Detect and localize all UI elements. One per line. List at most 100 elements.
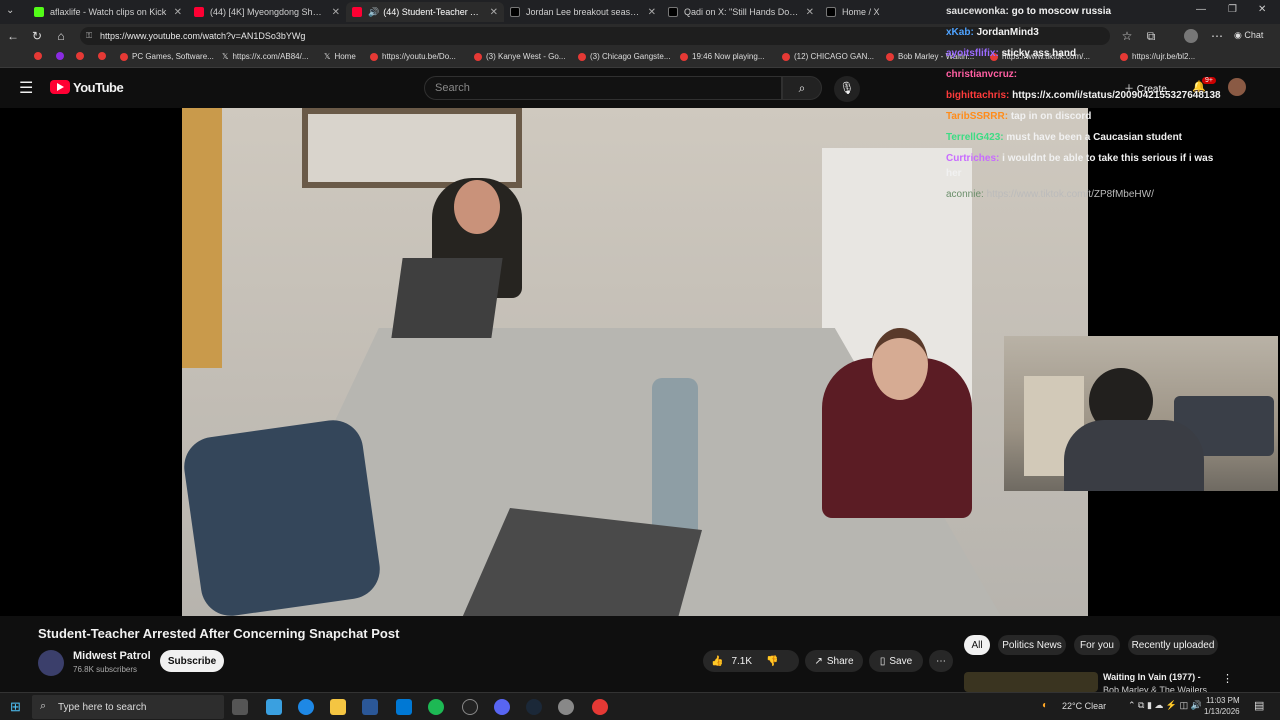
youtube-icon [352,7,362,17]
kick-icon [34,7,44,17]
bookmark-item[interactable] [56,52,68,60]
bookmark-item[interactable]: 𝕏https://x.com/AB84/... [222,52,308,61]
minimize-icon[interactable]: — [1196,4,1206,15]
spotify-icon[interactable] [428,699,444,715]
x-icon [826,7,836,17]
task-view-icon[interactable] [232,699,248,715]
chat-message: TerrellG423: must have been a Caucasian … [946,132,1183,143]
video-info: Student-Teacher Arrested After Concernin… [0,616,1280,695]
more-menu-icon[interactable]: ⋯ [1206,29,1228,43]
system-tray-icons[interactable]: ⌃ ⧉ ▮ ☁ ⚡ ◫ 🔊 [1128,700,1202,711]
bookmark-item[interactable]: 𝕏 Home [324,52,356,61]
channel-name[interactable]: Midwest Patrol [73,650,151,662]
close-tab-icon[interactable]: ✕ [806,7,814,18]
copilot-chat-button[interactable]: ◉ Chat [1234,30,1263,41]
obs-icon[interactable] [462,699,478,715]
favorites-icon[interactable]: ☆ [1116,29,1138,43]
notifications-icon[interactable]: ▤ [1254,699,1264,712]
bookmark-item[interactable]: https://ujr.be/bl2... [1120,52,1195,61]
app-red-icon[interactable] [592,699,608,715]
home-icon[interactable]: ⌂ [50,29,72,43]
x-icon [510,7,520,17]
address-bar-row: ← ↻ ⌂ ⚿ https://www.youtube.com/watch?v=… [0,24,1280,48]
reload-icon[interactable]: ↻ [26,29,48,43]
bookmark-item[interactable]: (3) Chicago Gangste... [578,52,670,61]
share-icon: ↗ [814,655,823,667]
bookmark-item[interactable] [34,52,46,60]
windows-start-icon[interactable]: ⊞ [10,699,21,715]
copilot-icon[interactable] [266,699,282,715]
close-tab-icon[interactable]: ✕ [174,7,182,18]
profile-avatar[interactable] [1184,29,1198,43]
file-explorer-icon[interactable] [330,699,346,715]
bookmark-item[interactable] [76,52,88,60]
store-icon[interactable] [362,699,378,715]
chat-message: xKab: JordanMind3 [946,27,1039,38]
channel-avatar[interactable] [38,650,64,676]
subscribe-button[interactable]: Subscribe [160,650,224,672]
close-window-icon[interactable]: ✕ [1258,4,1266,15]
close-tab-icon[interactable]: ✕ [648,7,656,18]
steam-icon[interactable] [526,699,542,715]
account-avatar[interactable] [1228,78,1246,96]
filter-chip-all[interactable]: All [964,635,990,655]
voice-search-button[interactable]: 🎙 [834,76,860,102]
x-icon [668,7,678,17]
laptop [391,258,503,338]
bookmark-item[interactable]: (12) CHICAGO GAN... [782,52,874,61]
clock-date[interactable]: 1/13/2026 [1204,707,1240,716]
app-icon[interactable] [558,699,574,715]
microphone-icon: 🎙 [839,81,855,95]
tab-student-teacher[interactable]: 🔊 (44) Student-Teacher Arrest ✕ [346,2,504,22]
bookmark-item[interactable]: https://youtu.be/Do... [370,52,456,61]
chat-message: bighittachris: https://x.com/i/status/20… [946,90,1221,101]
edge-icon[interactable] [298,699,314,715]
tab-list-chevron-icon[interactable]: ⌄ [6,5,14,16]
clock-time[interactable]: 11:03 PM [1206,696,1240,705]
filter-chip-for-you[interactable]: For you [1074,635,1120,655]
search-button[interactable]: ⌕ [782,76,822,100]
video-title: Student-Teacher Arrested After Concernin… [38,626,400,641]
bookmark-item[interactable] [98,52,110,60]
windows-taskbar: ⊞ ⌕ Type here to search ◐ 22°C Clear ⌃ ⧉… [0,692,1280,720]
hamburger-menu-icon[interactable]: ☰ [19,78,33,98]
chat-message: ayoitsflifix: sticky ass hand [946,48,1077,59]
maximize-icon[interactable]: ❐ [1228,4,1237,15]
taskbar-search[interactable]: ⌕ Type here to search [32,695,224,719]
youtube-icon [194,7,204,17]
tab-jordan-lee[interactable]: Jordan Lee breakout season on X✕ [504,2,662,22]
tab-qadi[interactable]: Qadi on X: "Still Hands Down The✕ [662,2,820,22]
recommended-title[interactable]: Waiting In Vain (1977) - [1103,672,1201,682]
more-actions-icon[interactable]: ⋯ [929,650,953,672]
webcam-overlay [1004,336,1278,491]
thumbs-up-icon[interactable]: 👍 [711,656,723,667]
weather-text[interactable]: 22°C Clear [1062,701,1106,711]
tab-home-x[interactable]: Home / X [820,2,940,22]
site-info-icon[interactable]: ⚿ [86,27,92,45]
close-tab-icon[interactable]: ✕ [490,7,498,18]
tab-kick[interactable]: aflaxlife - Watch clips on Kick ✕ [28,2,188,22]
chat-message: aconnie: https://www.tiktok.com/t/ZP8fMb… [946,189,1154,200]
youtube-logo-icon[interactable] [50,80,70,94]
close-tab-icon[interactable]: ✕ [332,7,340,18]
filter-chip-recently-uploaded[interactable]: Recently uploaded [1128,635,1218,655]
youtube-logo-text[interactable]: YouTube [73,80,124,95]
discord-icon[interactable] [494,699,510,715]
share-button[interactable]: ↗ Share [805,650,863,672]
tab-myeongdong[interactable]: (44) [4K] Myeongdong Shopping✕ [188,2,346,22]
bookmark-item[interactable]: PC Games, Software... [120,52,214,61]
search-input[interactable]: Search [424,76,782,100]
extensions-icon[interactable]: ⧉ [1140,29,1162,44]
bookmark-item[interactable]: (3) Kanye West - Go... [474,52,565,61]
save-button[interactable]: ▯ Save [869,650,923,672]
like-count[interactable]: 7.1K [731,656,752,667]
recommended-menu-icon[interactable]: ⋮ [1222,672,1233,685]
back-icon[interactable]: ← [2,29,24,43]
video-player[interactable] [0,108,1280,616]
filter-chip-politics-news[interactable]: Politics News [998,635,1066,655]
subscriber-count: 76.8K subscribers [73,665,138,674]
bookmark-item[interactable]: 19:46 Now playing... [680,52,765,61]
outlook-icon[interactable] [396,699,412,715]
thumbs-down-icon[interactable]: 👎 [766,656,778,667]
recommended-thumbnail[interactable] [964,672,1098,692]
